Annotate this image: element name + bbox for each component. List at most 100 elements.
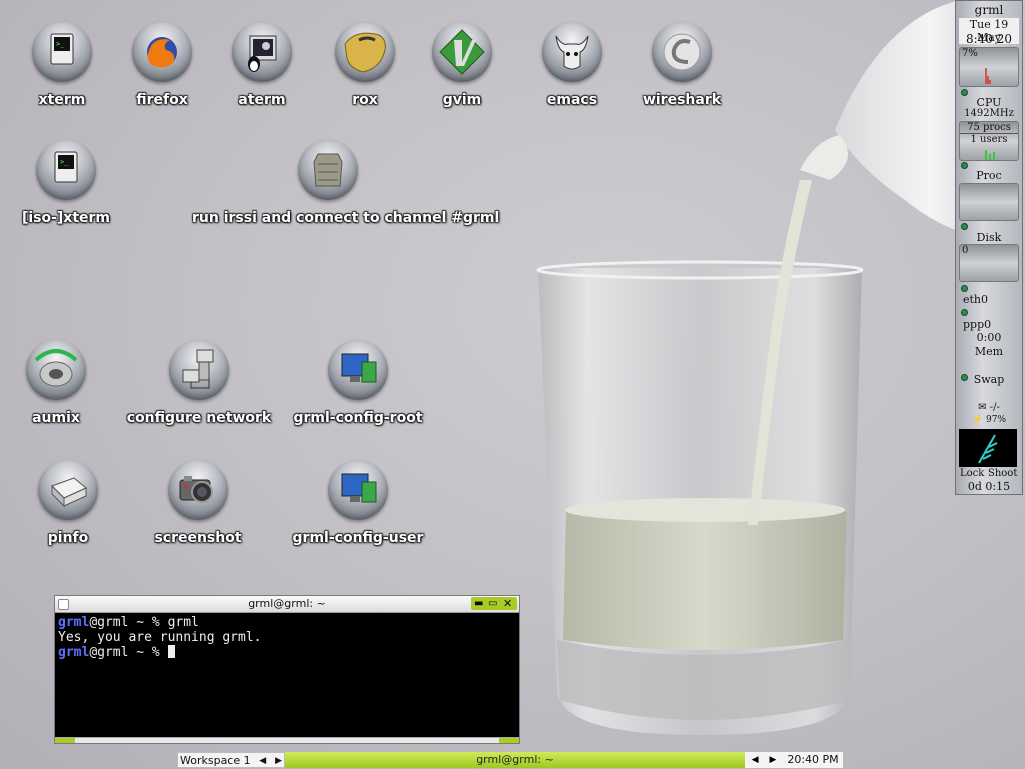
desktop-icon-wireshark[interactable]: wireshark (612, 22, 752, 108)
task-arrows[interactable]: ◀ ▶ (745, 752, 783, 768)
aterm-icon (232, 22, 292, 82)
users-count: 1 users (970, 134, 1008, 145)
terminal-resize-bar[interactable] (55, 737, 519, 743)
terminal-line: grml@grml ~ % (58, 645, 516, 660)
workspace-switcher[interactable]: Workspace 1 ◀ ▶ (177, 752, 285, 768)
desktop-icon-label: run irssi and connect to channel #grml (192, 210, 500, 226)
speaker-icon (26, 340, 86, 400)
terminal-titlebar[interactable]: grml@grml: ~ ▬ ▭ ✕ (55, 596, 519, 613)
desktop-icon-label: screenshot (154, 530, 242, 546)
procs-count: 75 procs (960, 122, 1018, 134)
cpu-graph-icon (985, 68, 991, 84)
resize-handle-right[interactable] (499, 738, 519, 743)
gkrellm-animation (959, 429, 1017, 467)
firefox-icon (132, 22, 192, 82)
lock-button[interactable]: Lock (960, 468, 984, 479)
taskbar-clock: 20:40 PM (783, 752, 843, 768)
terminal-output[interactable]: grml@grml ~ % grml Yes, you are running … (55, 613, 519, 662)
cpu-led-icon (961, 89, 968, 96)
cpu-frequency: 1492MHz (964, 108, 1014, 119)
prev-workspace-icon[interactable]: ◀ (259, 756, 266, 766)
battery-percent: 97% (986, 415, 1007, 425)
ppp0-time: 0:00 (976, 331, 1002, 344)
prompt-user: grml (58, 615, 90, 630)
desktop-icon-iso-xterm[interactable]: >_ [iso-]xterm (0, 140, 136, 226)
desktop-icon-label: grml-config-user (292, 530, 424, 546)
config-monitor-icon (328, 340, 388, 400)
desktop-icon-grml-config-user[interactable]: grml-config-user (288, 460, 428, 546)
disk-label: Disk (976, 231, 1002, 244)
mail-count: -/- (989, 402, 1000, 413)
desktop-icon-label: [iso-]xterm (21, 210, 111, 226)
mail-status[interactable]: ✉ -/- (959, 402, 1019, 413)
desktop-icon-pinfo[interactable]: pinfo (0, 460, 138, 546)
terminal-window[interactable]: grml@grml: ~ ▬ ▭ ✕ grml@grml ~ % grml Ye… (54, 595, 520, 744)
ppp0-label: ppp0 (963, 318, 992, 331)
minimize-icon[interactable]: ▬ (474, 597, 483, 610)
terminal-icon: >_ (36, 140, 96, 200)
book-icon (38, 460, 98, 520)
procs-chart: 75 procs 1 users (959, 121, 1019, 161)
desktop-icon-label: configure network (126, 410, 272, 426)
next-task-icon[interactable]: ▶ (769, 755, 776, 765)
close-icon[interactable]: ✕ (503, 597, 512, 610)
config-monitor-icon (328, 460, 388, 520)
uptime: 0d 0:15 (967, 480, 1011, 493)
camera-icon (168, 460, 228, 520)
workspace-label: Workspace 1 (180, 754, 251, 767)
mem-label: Mem (974, 345, 1004, 358)
desktop-icon-label: aumix (32, 410, 80, 426)
procs-graph-icon (985, 150, 995, 160)
emacs-gnu-icon (542, 22, 602, 82)
wireshark-icon (652, 22, 712, 82)
irssi-icon (298, 140, 358, 200)
shoot-button[interactable]: Shoot (988, 468, 1017, 479)
eth0-label: eth0 (963, 293, 989, 306)
battery-status: ⚡ 97% (959, 415, 1019, 425)
disk-value: 0 (962, 245, 969, 256)
taskbar-task-terminal[interactable]: grml@grml: ~ (285, 752, 745, 768)
gkrellm-monitor-panel[interactable]: grml Tue 19 May 8:40 20 7% CPU 1492MHz 7… (955, 0, 1023, 495)
swap-label: Swap (973, 373, 1005, 386)
eth0-led-icon (961, 309, 968, 316)
svg-text:>_: >_ (60, 158, 69, 166)
fish-skeleton-icon (978, 434, 998, 464)
procs-led-icon (961, 162, 968, 169)
desktop-icon-label: pinfo (47, 530, 89, 546)
prev-task-icon[interactable]: ◀ (752, 755, 759, 765)
desktop-icon-screenshot[interactable]: screenshot (128, 460, 268, 546)
terminal-line: Yes, you are running grml. (58, 630, 262, 645)
mail-icon: ✉ (978, 402, 987, 413)
window-controls: ▬ ▭ ✕ (471, 597, 517, 610)
terminal-title: grml@grml: ~ (248, 597, 326, 610)
window-menu-icon[interactable] (58, 599, 69, 610)
prompt-text: @grml ~ % (89, 645, 168, 660)
terminal-line: grml@grml ~ % grml (58, 615, 516, 630)
rox-icon (335, 22, 395, 82)
proc-label: Proc (976, 169, 1002, 182)
taskbar: Workspace 1 ◀ ▶ grml@grml: ~ ◀ ▶ 20:40 P… (177, 752, 843, 768)
disk-chart: 0 (959, 244, 1019, 282)
terminal-icon: >_ (32, 22, 92, 82)
disk-led-icon (961, 285, 968, 292)
cpu-chart: 7% (959, 47, 1019, 87)
next-workspace-icon[interactable]: ▶ (275, 756, 282, 766)
workspace-arrows[interactable]: ◀ ▶ (259, 753, 282, 769)
gvim-icon (432, 22, 492, 82)
gkrellm-time: 8:40 20 (965, 32, 1013, 46)
desktop-icon-irssi[interactable]: run irssi and connect to channel #grml (192, 140, 500, 226)
text-cursor (167, 645, 175, 658)
resize-handle-left[interactable] (55, 738, 75, 743)
desktop-icon-label: wireshark (642, 92, 722, 108)
desktop-icon-label: grml-config-root (293, 410, 423, 426)
desktop-icon-aumix[interactable]: aumix (0, 340, 126, 426)
proc-chart (959, 183, 1019, 221)
maximize-icon[interactable]: ▭ (488, 597, 497, 610)
network-icon (169, 340, 229, 400)
prompt-user: grml (58, 645, 90, 660)
proc-led-icon (961, 223, 968, 230)
battery-icon: ⚡ (971, 415, 984, 425)
prompt-text: @grml ~ % grml (89, 615, 199, 630)
desktop-icon-configure-network[interactable]: configure network (126, 340, 272, 426)
desktop-icon-grml-config-root[interactable]: grml-config-root (288, 340, 428, 426)
